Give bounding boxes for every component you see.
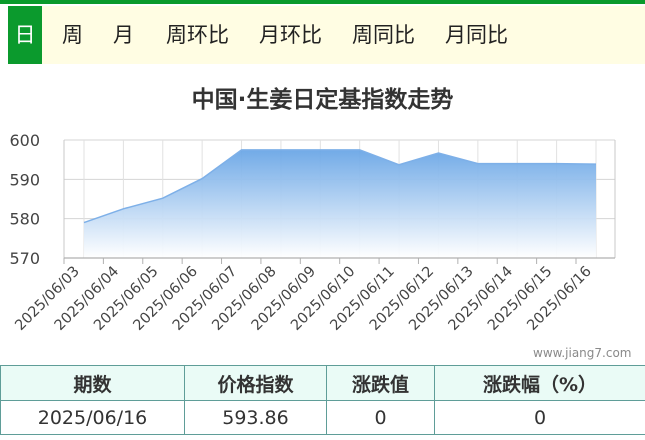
series-area bbox=[84, 149, 596, 258]
header-price-index: 价格指数 bbox=[184, 365, 327, 401]
cell-price-index: 593.86 bbox=[184, 400, 327, 435]
y-tick-label: 600 bbox=[9, 131, 40, 150]
header-change-percent: 涨跌幅（%） bbox=[434, 365, 645, 401]
y-tick-label: 590 bbox=[9, 170, 40, 189]
watermark: www.jiang7.com bbox=[533, 346, 632, 360]
cell-change-value: 0 bbox=[326, 400, 435, 435]
index-trend-chart: 5705805906002025/06/032025/06/042025/06/… bbox=[9, 131, 616, 334]
summary-table: 期数 价格指数 涨跌值 涨跌幅（%） 2025/06/16 593.86 0 0 bbox=[0, 365, 645, 435]
header-change-value: 涨跌值 bbox=[326, 365, 435, 401]
header-period: 期数 bbox=[0, 365, 185, 401]
cell-period: 2025/06/16 bbox=[0, 400, 185, 435]
y-tick-label: 580 bbox=[9, 210, 40, 229]
y-tick-label: 570 bbox=[9, 249, 40, 268]
summary-header-row: 期数 价格指数 涨跌值 涨跌幅（%） bbox=[0, 365, 645, 401]
cell-change-percent: 0 bbox=[434, 400, 645, 435]
summary-data-row: 2025/06/16 593.86 0 0 bbox=[0, 400, 645, 435]
